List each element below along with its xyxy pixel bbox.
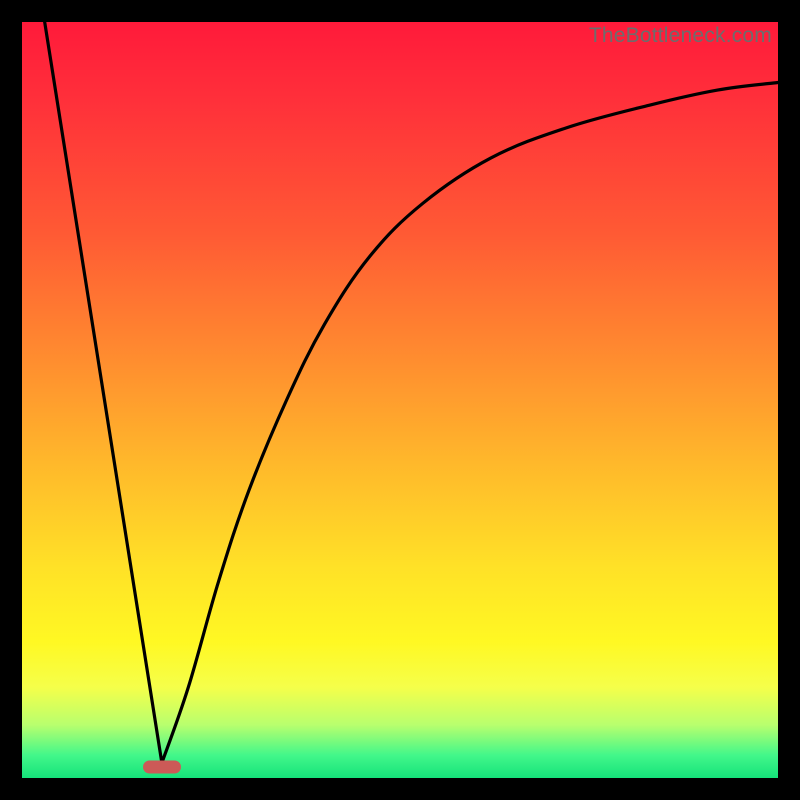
chart-frame: TheBottleneck.com [0, 0, 800, 800]
bottleneck-curve [45, 22, 778, 763]
plot-area: TheBottleneck.com [22, 22, 778, 778]
optimum-marker [143, 761, 181, 774]
curve-svg [22, 22, 778, 778]
